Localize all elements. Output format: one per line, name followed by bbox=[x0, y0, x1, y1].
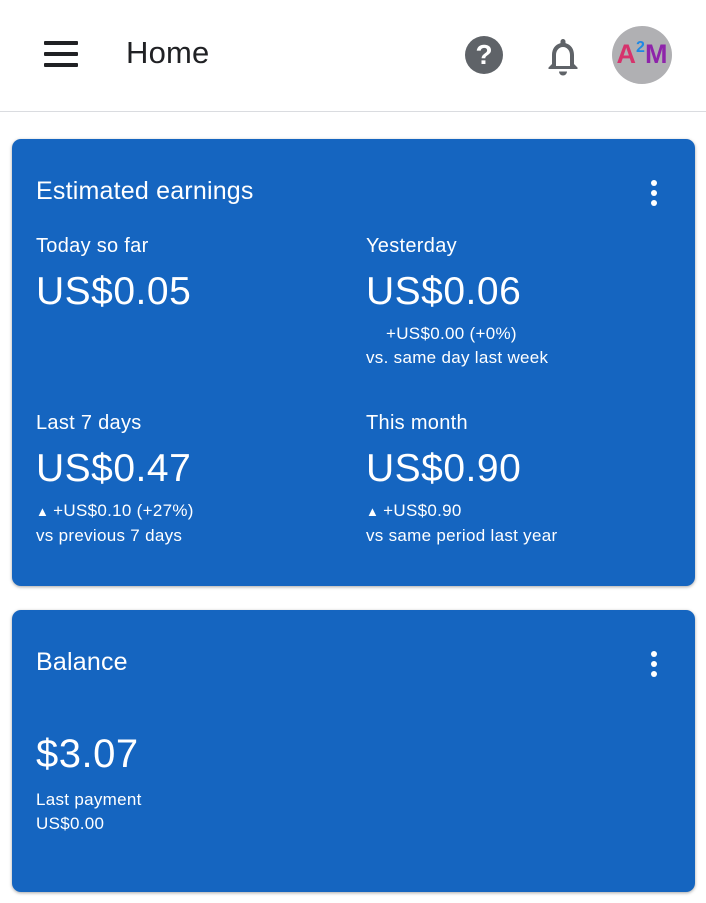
stat-change: ▲ +US$0.10 (+27%) bbox=[36, 499, 336, 524]
page-title: Home bbox=[126, 35, 210, 70]
avatar[interactable]: A2M bbox=[612, 26, 672, 84]
app-bar: Home ? A2M bbox=[0, 0, 706, 112]
avatar-superscript: 2 bbox=[636, 39, 645, 56]
stat-label: This month bbox=[366, 412, 468, 434]
avatar-letter-m: M bbox=[644, 39, 668, 69]
balance-card[interactable]: Balance $3.07 Last payment US$0.00 bbox=[12, 610, 695, 892]
stat-compare: vs previous 7 days bbox=[36, 526, 183, 545]
avatar-letter-a: A bbox=[616, 39, 637, 69]
trend-up-icon: ▲ bbox=[366, 504, 380, 519]
last-payment-value: US$0.00 bbox=[36, 814, 105, 833]
stat-change: +US$0.00 (+0%) bbox=[386, 324, 517, 343]
stat-value: US$0.06 bbox=[366, 270, 522, 313]
change-amount: +US$0.90 bbox=[383, 501, 462, 520]
bell-icon[interactable] bbox=[546, 36, 580, 76]
stat-change: ▲ +US$0.90 bbox=[366, 499, 666, 524]
hamburger-menu-icon[interactable] bbox=[44, 41, 78, 67]
card-title: Balance bbox=[36, 648, 128, 676]
stat-label: Today so far bbox=[36, 235, 149, 257]
trend-up-icon: ▲ bbox=[36, 504, 50, 519]
stat-value: US$0.05 bbox=[36, 270, 192, 313]
stat-label: Last 7 days bbox=[36, 412, 142, 434]
last-payment-label: Last payment bbox=[36, 790, 142, 809]
stat-label: Yesterday bbox=[366, 235, 457, 257]
more-vert-icon[interactable] bbox=[648, 651, 660, 677]
stat-value: US$0.90 bbox=[366, 447, 522, 490]
estimated-earnings-card[interactable]: Estimated earnings Today so far US$0.05 … bbox=[12, 139, 695, 586]
stat-value: US$0.47 bbox=[36, 447, 192, 490]
balance-amount: $3.07 bbox=[36, 732, 139, 776]
help-icon[interactable]: ? bbox=[465, 36, 503, 74]
stat-compare: vs same period last year bbox=[366, 526, 558, 545]
stat-compare: vs. same day last week bbox=[366, 348, 549, 367]
card-title: Estimated earnings bbox=[36, 177, 254, 205]
this-month-stat: This month US$0.90 ▲ +US$0.90 vs same per… bbox=[366, 412, 666, 548]
more-vert-icon[interactable] bbox=[648, 180, 660, 206]
today-stat: Today so far US$0.05 bbox=[36, 235, 336, 314]
last-7-days-stat: Last 7 days US$0.47 ▲ +US$0.10 (+27%) vs … bbox=[36, 412, 336, 548]
yesterday-stat: Yesterday US$0.06 +US$0.00 (+0%) vs. sam… bbox=[366, 235, 666, 370]
change-amount: +US$0.10 (+27%) bbox=[53, 501, 194, 520]
